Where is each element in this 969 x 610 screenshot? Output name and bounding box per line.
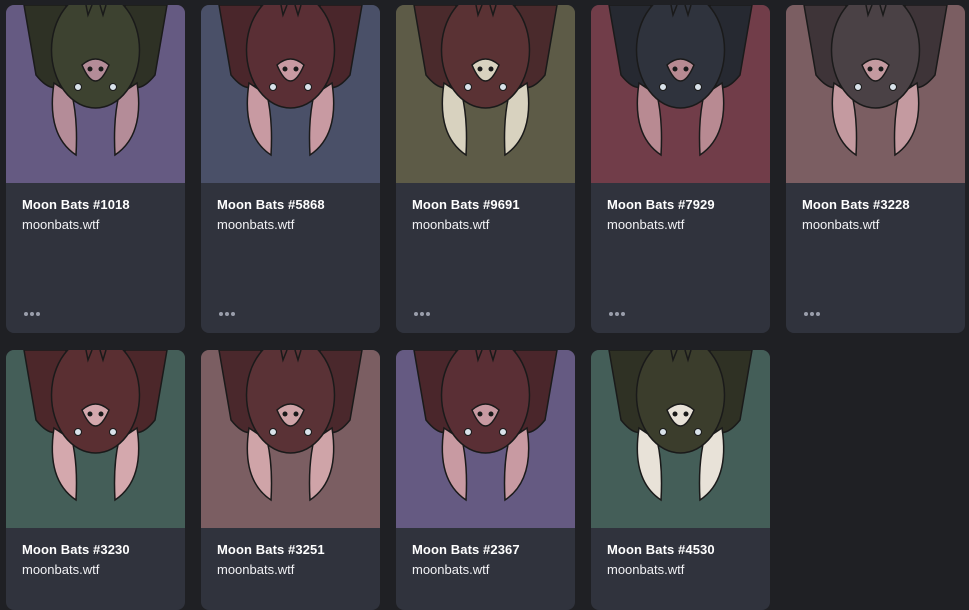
nft-card[interactable]: Moon Bats #7929 moonbats.wtf <box>591 5 770 333</box>
collection-name: moonbats.wtf <box>22 562 100 577</box>
nft-card[interactable]: Moon Bats #3230 moonbats.wtf <box>6 350 185 610</box>
nft-card[interactable]: Moon Bats #3251 moonbats.wtf <box>201 350 380 610</box>
nft-card[interactable]: Moon Bats #9691 moonbats.wtf <box>396 5 575 333</box>
more-options-icon[interactable] <box>414 309 436 319</box>
nft-card[interactable]: Moon Bats #4530 moonbats.wtf <box>591 350 770 610</box>
nft-card[interactable]: Moon Bats #5868 moonbats.wtf <box>201 5 380 333</box>
bat-nft-image <box>786 5 965 183</box>
bat-nft-image <box>396 350 575 528</box>
nft-card[interactable]: Moon Bats #2367 moonbats.wtf <box>396 350 575 610</box>
bat-nft-image <box>6 5 185 183</box>
collection-name: moonbats.wtf <box>217 217 295 232</box>
nft-name: Moon Bats #1018 <box>22 197 130 212</box>
nft-grid: Moon Bats #1018 moonbats.wtf Moon Bats #… <box>0 0 969 610</box>
bat-nft-image <box>201 350 380 528</box>
bat-nft-image <box>396 5 575 183</box>
bat-nft-image <box>201 5 380 183</box>
more-options-icon[interactable] <box>24 309 46 319</box>
nft-name: Moon Bats #9691 <box>412 197 520 212</box>
collection-name: moonbats.wtf <box>412 562 490 577</box>
bat-nft-image <box>591 5 770 183</box>
collection-name: moonbats.wtf <box>412 217 490 232</box>
collection-name: moonbats.wtf <box>607 562 685 577</box>
nft-name: Moon Bats #4530 <box>607 542 715 557</box>
nft-name: Moon Bats #3228 <box>802 197 910 212</box>
nft-name: Moon Bats #2367 <box>412 542 520 557</box>
collection-name: moonbats.wtf <box>217 562 295 577</box>
nft-name: Moon Bats #5868 <box>217 197 325 212</box>
bat-nft-image <box>591 350 770 528</box>
nft-card[interactable]: Moon Bats #3228 moonbats.wtf <box>786 5 965 333</box>
nft-name: Moon Bats #3230 <box>22 542 130 557</box>
more-options-icon[interactable] <box>804 309 826 319</box>
more-options-icon[interactable] <box>219 309 241 319</box>
collection-name: moonbats.wtf <box>802 217 880 232</box>
collection-name: moonbats.wtf <box>607 217 685 232</box>
collection-name: moonbats.wtf <box>22 217 100 232</box>
nft-card[interactable]: Moon Bats #1018 moonbats.wtf <box>6 5 185 333</box>
nft-name: Moon Bats #3251 <box>217 542 325 557</box>
nft-name: Moon Bats #7929 <box>607 197 715 212</box>
bat-nft-image <box>6 350 185 528</box>
more-options-icon[interactable] <box>609 309 631 319</box>
